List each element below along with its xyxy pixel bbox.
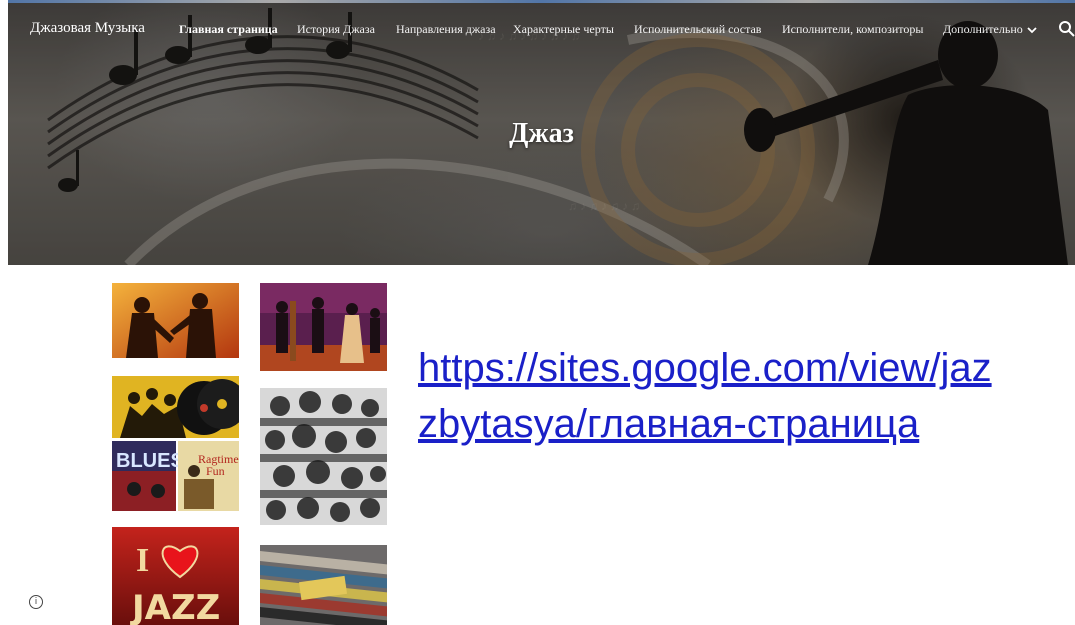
jazz-musicians-collage-image[interactable] (260, 388, 387, 525)
svg-text:I: I (136, 542, 149, 579)
page-url-link[interactable]: https://sites.google.com/view/jazzbytasy… (418, 340, 1008, 452)
saxophone-players-image[interactable] (112, 283, 239, 358)
record-crates-image[interactable] (260, 545, 387, 625)
top-navigation: Джазовая Музыка Главная страница История… (8, 14, 1075, 48)
site-title[interactable]: Джазовая Музыка (30, 20, 145, 37)
nav-item-styles[interactable]: Направления джаза (396, 22, 496, 37)
nav-item-more-label: Дополнительно (943, 22, 1023, 36)
nav-item-ensemble[interactable]: Исполнительский состав (634, 22, 761, 37)
jazz-image-text: JAZZ (130, 588, 220, 625)
vinyl-records-image[interactable] (112, 376, 239, 438)
nav-item-more[interactable]: Дополнительно (943, 22, 1037, 37)
i-love-jazz-image[interactable]: I JAZZ (112, 527, 239, 625)
nav-item-features[interactable]: Характерные черты (513, 22, 614, 37)
nav-item-performers[interactable]: Исполнители, композиторы (782, 22, 923, 37)
hero-title: Джаз (509, 118, 574, 149)
jazz-band-painting-image[interactable] (260, 283, 387, 371)
svg-text:BLUES: BLUES (116, 450, 184, 472)
browser-top-strip (8, 0, 1075, 3)
svg-text:Fun: Fun (206, 464, 225, 478)
blues-ragtime-covers-image[interactable]: BLUES Ragtime Fun (112, 441, 239, 511)
info-icon[interactable]: i (29, 595, 43, 609)
search-icon[interactable] (1058, 20, 1075, 38)
chevron-down-icon (1027, 27, 1037, 34)
nav-item-history[interactable]: История Джаза (297, 22, 375, 37)
nav-item-home[interactable]: Главная страница (179, 22, 278, 37)
